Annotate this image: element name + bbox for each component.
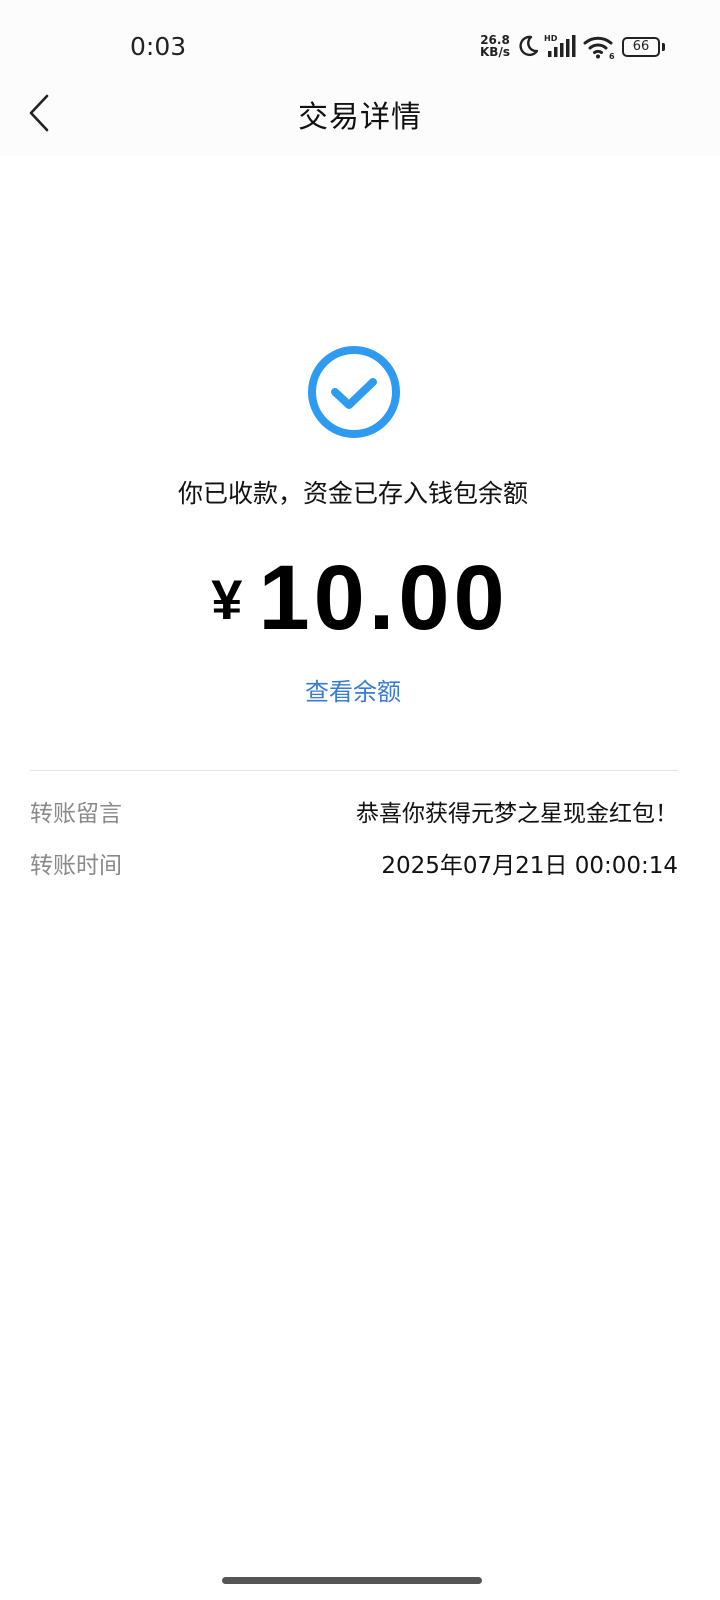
detail-row-message: 转账留言 恭喜你获得元梦之星现金红包！: [30, 794, 678, 834]
detail-value: 2025年07月21日 00:00:14: [381, 853, 678, 879]
page-title: 交易详情: [298, 100, 422, 135]
amount-display: ¥10.00: [0, 546, 720, 651]
network-speed-unit: KB/s: [480, 45, 510, 59]
view-balance-link[interactable]: 查看余额: [0, 672, 706, 707]
status-bar: 0:03 26.8 KB/s HD 6 66: [0, 0, 720, 70]
navigation-header: 交易详情: [0, 70, 720, 156]
transaction-detail-screen: 0:03 26.8 KB/s HD 6 66 交易详情 你已收款，资金已存入钱包…: [0, 0, 720, 1600]
detail-label: 转账时间: [30, 853, 122, 879]
battery-level: 66: [622, 37, 660, 57]
home-indicator[interactable]: [222, 1577, 482, 1584]
status-time: 0:03: [130, 32, 187, 61]
check-circle-icon: [308, 346, 400, 438]
currency-symbol: ¥: [211, 568, 243, 631]
detail-value: 恭喜你获得元梦之星现金红包！: [356, 801, 678, 827]
cellular-signal-icon: HD: [544, 34, 576, 57]
moon-icon: [519, 35, 539, 57]
network-speed: 26.8 KB/s: [478, 34, 512, 58]
amount-value: 10.00: [258, 547, 509, 649]
wifi-label: 6: [609, 52, 615, 60]
divider: [30, 770, 678, 771]
detail-label: 转账留言: [30, 801, 122, 827]
signal-hd-label: HD: [544, 34, 558, 43]
battery-icon: 66: [622, 37, 666, 57]
detail-row-time: 转账时间 2025年07月21日 00:00:14: [30, 846, 678, 886]
wifi-icon: 6: [583, 36, 615, 60]
success-message: 你已收款，资金已存入钱包余额: [177, 479, 528, 508]
